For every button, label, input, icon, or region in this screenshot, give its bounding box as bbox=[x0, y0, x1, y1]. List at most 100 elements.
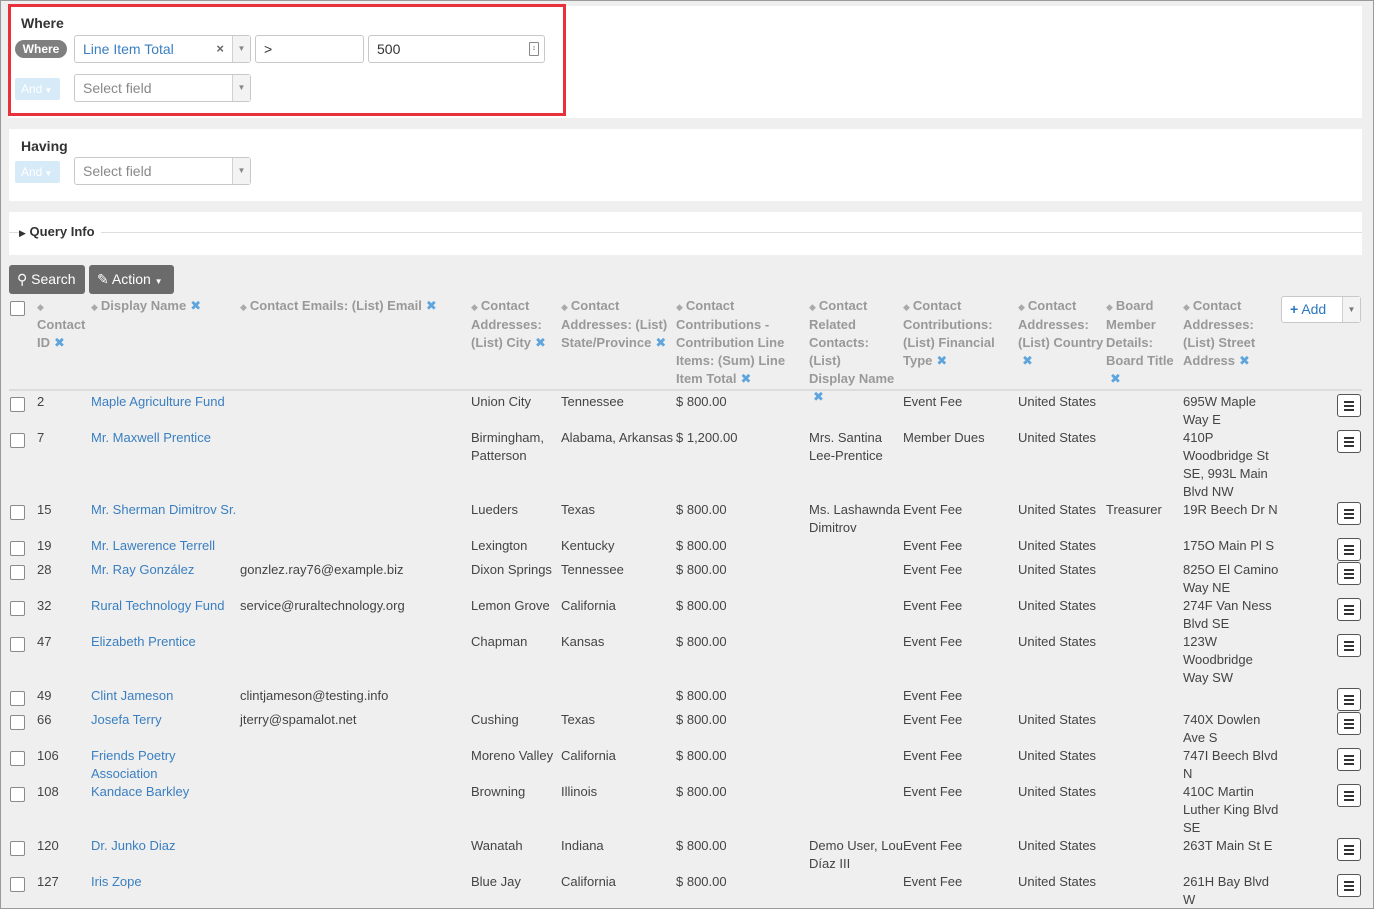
contact-link[interactable]: Clint Jameson bbox=[91, 687, 240, 705]
sort-icon[interactable]: ◆ bbox=[91, 302, 98, 312]
row-menu-icon[interactable] bbox=[1337, 874, 1361, 897]
row-menu-icon[interactable] bbox=[1337, 838, 1361, 861]
sort-icon[interactable]: ◆ bbox=[37, 302, 44, 312]
where-value-text: 500 bbox=[377, 41, 401, 57]
row-checkbox[interactable] bbox=[10, 787, 25, 802]
row-menu-icon[interactable] bbox=[1337, 712, 1361, 735]
contact-link[interactable]: Kandace Barkley bbox=[91, 783, 240, 801]
select-all-checkbox[interactable] bbox=[10, 301, 25, 316]
having-and-button[interactable]: And ▼ bbox=[15, 161, 60, 183]
row-menu-icon[interactable] bbox=[1337, 688, 1361, 711]
row-menu-icon[interactable] bbox=[1337, 502, 1361, 525]
search-button[interactable]: ⚲ Search bbox=[9, 265, 85, 294]
sort-icon[interactable]: ◆ bbox=[1106, 302, 1113, 312]
row-checkbox[interactable] bbox=[10, 637, 25, 652]
contact-link[interactable]: Mr. Ray González bbox=[91, 561, 240, 579]
remove-column-icon[interactable]: ✖ bbox=[535, 335, 546, 350]
contact-link[interactable]: Mr. Sherman Dimitrov Sr. bbox=[91, 501, 240, 519]
table-cell: 19R Beech Dr N bbox=[1183, 502, 1278, 517]
row-menu-icon[interactable] bbox=[1337, 748, 1361, 771]
sort-icon[interactable]: ◆ bbox=[1018, 302, 1025, 312]
row-checkbox[interactable] bbox=[10, 841, 25, 856]
remove-column-icon[interactable]: ✖ bbox=[190, 298, 201, 313]
row-checkbox[interactable] bbox=[10, 433, 25, 448]
sort-icon[interactable]: ◆ bbox=[240, 302, 247, 312]
remove-column-icon[interactable]: ✖ bbox=[740, 371, 751, 386]
row-menu-icon[interactable] bbox=[1337, 562, 1361, 585]
table-cell: United States bbox=[1018, 634, 1097, 649]
where-and-button[interactable]: And ▼ bbox=[15, 78, 60, 100]
remove-column-icon[interactable]: ✖ bbox=[813, 389, 824, 404]
row-checkbox[interactable] bbox=[10, 541, 25, 556]
row-menu-icon[interactable] bbox=[1337, 784, 1361, 807]
contact-link[interactable]: Friends Poetry Association bbox=[91, 747, 240, 783]
column-header[interactable]: ◆ Contact Emails: (List) Email ✖ bbox=[240, 297, 465, 316]
contact-link[interactable]: Rural Technology Fund bbox=[91, 597, 240, 615]
column-header[interactable]: ◆ Display Name ✖ bbox=[91, 297, 236, 316]
table-cell: 695W Maple Way E bbox=[1183, 394, 1256, 427]
row-checkbox[interactable] bbox=[10, 715, 25, 730]
row-checkbox[interactable] bbox=[10, 397, 25, 412]
row-menu-icon[interactable] bbox=[1337, 538, 1361, 561]
where-field-select[interactable]: Line Item Total × ▼ bbox=[74, 35, 251, 63]
add-column-button[interactable]: + Add ▼ bbox=[1281, 296, 1361, 323]
chevron-down-icon[interactable]: ▼ bbox=[232, 75, 250, 101]
number-spinner-icon[interactable]: ↕ bbox=[529, 42, 539, 56]
row-menu-icon[interactable] bbox=[1337, 430, 1361, 453]
sort-icon[interactable]: ◆ bbox=[903, 302, 910, 312]
action-button[interactable]: ✎ Action ▼ bbox=[89, 265, 174, 294]
where-add-field-select[interactable]: Select field ▼ bbox=[74, 74, 251, 102]
column-header[interactable]: ◆ Contact Addresses: (List) State/Province ✖ bbox=[561, 297, 673, 352]
contact-link[interactable]: Josefa Terry bbox=[91, 711, 240, 729]
where-operator-input[interactable]: > bbox=[255, 35, 364, 63]
chevron-down-icon[interactable]: ▼ bbox=[232, 158, 250, 184]
row-checkbox[interactable] bbox=[10, 565, 25, 580]
remove-column-icon[interactable]: ✖ bbox=[1239, 353, 1250, 368]
having-field-placeholder: Select field bbox=[83, 163, 152, 179]
clear-icon[interactable]: × bbox=[216, 36, 224, 62]
chevron-down-icon[interactable]: ▼ bbox=[1342, 297, 1360, 322]
contact-link[interactable]: Mr. Lawerence Terrell bbox=[91, 537, 240, 555]
column-header[interactable]: ◆ Contact Contributions - Contribution Line… bbox=[676, 297, 806, 388]
column-header[interactable]: ◆ Contact Addresses: (List) Country ✖ bbox=[1018, 297, 1104, 370]
row-checkbox[interactable] bbox=[10, 505, 25, 520]
remove-column-icon[interactable]: ✖ bbox=[1022, 353, 1033, 368]
contact-link[interactable]: Elizabeth Prentice bbox=[91, 633, 240, 651]
contact-link[interactable]: Mr. Maxwell Prentice bbox=[91, 429, 240, 447]
column-header[interactable]: ◆ Contact ID ✖ bbox=[37, 297, 89, 352]
sort-icon[interactable]: ◆ bbox=[471, 302, 478, 312]
sort-icon[interactable]: ◆ bbox=[676, 302, 683, 312]
sort-icon[interactable]: ◆ bbox=[809, 302, 816, 312]
chevron-down-icon[interactable]: ▼ bbox=[232, 36, 250, 62]
row-menu-icon[interactable] bbox=[1337, 394, 1361, 417]
row-menu-icon[interactable] bbox=[1337, 634, 1361, 657]
caret-right-icon: ▶ bbox=[19, 228, 26, 238]
query-info-toggle[interactable]: ▶ Query Info bbox=[19, 224, 101, 239]
remove-column-icon[interactable]: ✖ bbox=[426, 298, 437, 313]
where-add-field-placeholder: Select field bbox=[83, 80, 152, 96]
column-header[interactable]: ◆ Contact Contributions: (List) Financial Ty… bbox=[903, 297, 1015, 370]
column-header-text: (List) Country bbox=[1018, 335, 1104, 350]
contact-link[interactable]: Maple Agriculture Fund bbox=[91, 393, 240, 411]
query-info-panel: ▶ Query Info bbox=[9, 212, 1362, 255]
row-menu-icon[interactable] bbox=[1337, 598, 1361, 621]
contact-link[interactable]: Dr. Junko Diaz bbox=[91, 837, 240, 855]
where-value-input[interactable]: 500 ↕ bbox=[368, 35, 545, 63]
remove-column-icon[interactable]: ✖ bbox=[54, 335, 65, 350]
having-field-select[interactable]: Select field ▼ bbox=[74, 157, 251, 185]
table-cell: $ 800.00 bbox=[676, 538, 727, 553]
column-header[interactable]: ◆ Contact Addresses: (List) City ✖ bbox=[471, 297, 559, 352]
sort-icon[interactable]: ◆ bbox=[561, 302, 568, 312]
row-checkbox[interactable] bbox=[10, 751, 25, 766]
row-checkbox[interactable] bbox=[10, 691, 25, 706]
remove-column-icon[interactable]: ✖ bbox=[1110, 371, 1121, 386]
remove-column-icon[interactable]: ✖ bbox=[936, 353, 947, 368]
contact-link[interactable]: Iris Zope bbox=[91, 873, 240, 891]
row-checkbox[interactable] bbox=[10, 877, 25, 892]
column-header[interactable]: ◆ Board Member Details: Board Title ✖ bbox=[1106, 297, 1182, 388]
column-header[interactable]: ◆ Contact Addresses: (List) Street Address ✖ bbox=[1183, 297, 1273, 370]
column-header-text: Details: bbox=[1106, 335, 1153, 350]
sort-icon[interactable]: ◆ bbox=[1183, 302, 1190, 312]
row-checkbox[interactable] bbox=[10, 601, 25, 616]
remove-column-icon[interactable]: ✖ bbox=[655, 335, 666, 350]
